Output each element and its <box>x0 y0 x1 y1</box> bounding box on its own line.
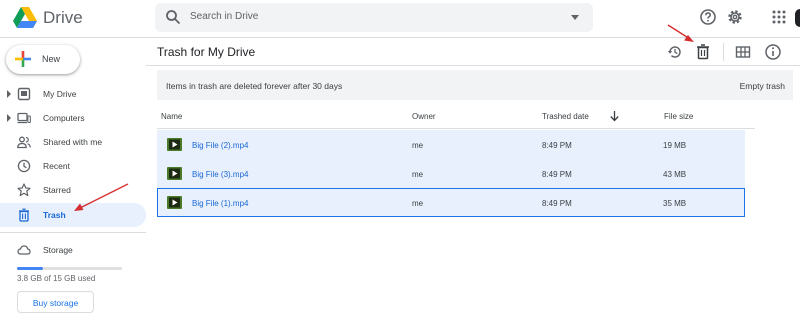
table-row[interactable]: Big File (3).mp4 me 8:49 PM 43 MB <box>157 159 745 188</box>
my-drive-icon <box>17 87 31 101</box>
search-bar[interactable]: Search in Drive <box>155 3 593 32</box>
clock-icon <box>17 159 31 173</box>
apps-icon[interactable] <box>770 8 788 26</box>
buy-storage-button[interactable]: Buy storage <box>17 291 94 313</box>
sidebar-item-storage[interactable]: Storage <box>0 238 146 262</box>
drive-app: Drive Search in Drive New My Drive Compu… <box>0 0 800 328</box>
settings-icon[interactable] <box>726 8 744 26</box>
sidebar-item-starred[interactable]: Starred <box>0 178 146 202</box>
file-owner: me <box>412 199 424 208</box>
page-title[interactable]: Trash for My Drive <box>157 45 255 59</box>
delete-forever-icon[interactable] <box>694 43 712 61</box>
column-header-file-size[interactable]: File size <box>664 112 693 121</box>
toolbar-separator <box>723 43 724 61</box>
computers-icon <box>17 112 31 124</box>
search-options-icon[interactable] <box>571 15 579 20</box>
drive-logo-icon[interactable] <box>12 6 38 30</box>
file-name[interactable]: Big File (1).mp4 <box>192 199 248 208</box>
file-owner: me <box>412 170 424 179</box>
file-trashed-date: 8:49 PM <box>542 199 572 208</box>
sidebar-item-trash[interactable]: Trash <box>0 203 146 227</box>
file-size: 19 MB <box>663 141 687 150</box>
header-divider <box>157 128 755 129</box>
new-button-label: New <box>42 54 61 64</box>
storage-used-text: 3.8 GB of 15 GB used <box>17 274 96 283</box>
file-trashed-date: 8:49 PM <box>542 141 572 150</box>
video-file-icon <box>167 167 182 180</box>
toolbar-divider <box>146 65 800 66</box>
avatar[interactable] <box>795 9 800 27</box>
buy-storage-label: Buy storage <box>32 298 79 308</box>
trash-icon <box>19 208 29 222</box>
sidebar-item-label: My Drive <box>43 89 77 99</box>
shared-icon <box>17 136 31 149</box>
sidebar-item-computers[interactable]: Computers <box>0 106 146 130</box>
top-bar: Drive Search in Drive <box>0 0 800 38</box>
table-row-focused[interactable]: Big File (1).mp4 me 8:49 PM 35 MB <box>157 188 745 217</box>
brand-name[interactable]: Drive <box>43 8 83 28</box>
new-button[interactable]: New <box>6 45 80 74</box>
sidebar-item-shared-with-me[interactable]: Shared with me <box>0 130 146 154</box>
plus-icon <box>15 51 31 67</box>
table-row[interactable]: Big File (2).mp4 me 8:49 PM 19 MB <box>157 130 745 159</box>
column-header-trashed-date[interactable]: Trashed date <box>542 112 589 121</box>
column-header-owner[interactable]: Owner <box>412 112 436 121</box>
trash-info-banner: Items in trash are deleted forever after… <box>157 70 793 100</box>
cloud-icon <box>17 245 31 255</box>
search-icon[interactable] <box>165 9 181 25</box>
info-icon[interactable] <box>764 43 782 61</box>
sidebar-item-recent[interactable]: Recent <box>0 154 146 178</box>
storage-bar <box>17 267 122 270</box>
sidebar-item-label: Computers <box>43 113 85 123</box>
sidebar-item-label: Shared with me <box>43 137 103 147</box>
help-icon[interactable] <box>699 8 717 26</box>
file-trashed-date: 8:49 PM <box>542 170 572 179</box>
star-icon <box>17 183 31 197</box>
video-file-icon <box>167 138 182 151</box>
sidebar-item-my-drive[interactable]: My Drive <box>0 82 146 106</box>
storage-bar-fill <box>17 267 44 270</box>
sidebar-item-label: Storage <box>43 245 73 255</box>
file-owner: me <box>412 141 424 150</box>
restore-icon[interactable] <box>666 43 684 61</box>
sidebar-item-label: Starred <box>43 185 71 195</box>
file-size: 43 MB <box>663 170 687 179</box>
file-name[interactable]: Big File (3).mp4 <box>192 170 248 179</box>
sidebar-divider <box>0 232 146 233</box>
file-name[interactable]: Big File (2).mp4 <box>192 141 248 150</box>
trash-info-message: Items in trash are deleted forever after… <box>166 81 343 91</box>
search-placeholder[interactable]: Search in Drive <box>190 11 258 22</box>
column-header-name[interactable]: Name <box>161 112 182 121</box>
grid-view-icon[interactable] <box>735 44 751 60</box>
video-file-icon <box>167 196 182 209</box>
empty-trash-button[interactable]: Empty trash <box>740 81 785 91</box>
expand-arrow-icon[interactable] <box>7 90 11 98</box>
sort-descending-icon[interactable] <box>609 110 620 122</box>
sidebar-item-label: Trash <box>43 210 66 220</box>
file-size: 35 MB <box>663 199 687 208</box>
expand-arrow-icon[interactable] <box>7 114 11 122</box>
sidebar-item-label: Recent <box>43 161 70 171</box>
